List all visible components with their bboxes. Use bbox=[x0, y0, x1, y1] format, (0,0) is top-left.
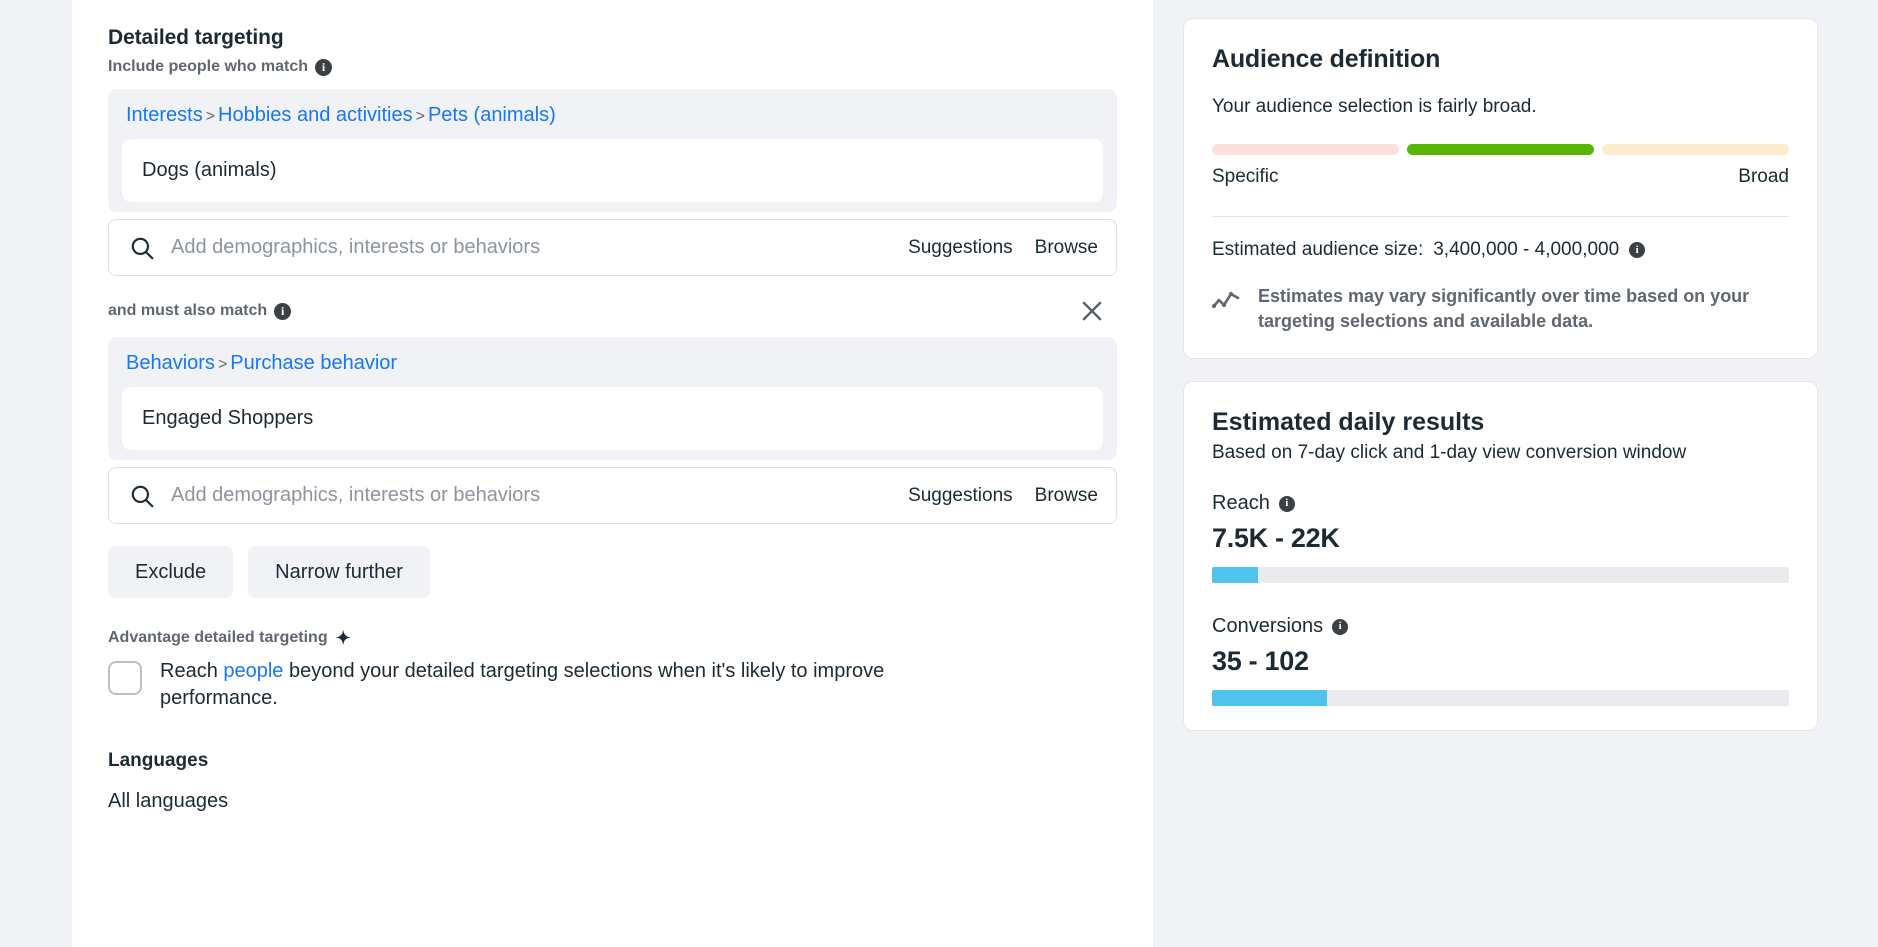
search-input-1[interactable] bbox=[169, 235, 909, 260]
breadcrumb: Interests > Hobbies and activities > Pets (a… bbox=[126, 103, 1103, 127]
gauge-segment-active bbox=[1407, 144, 1594, 155]
estimated-daily-results-card: Estimated daily results Based on 7-day c… bbox=[1183, 380, 1818, 732]
advantage-checkbox-row[interactable]: Reach people beyond your detailed target… bbox=[108, 658, 1117, 712]
breadcrumb-item-interests[interactable]: Interests bbox=[126, 104, 203, 126]
conversions-bar-fill bbox=[1212, 690, 1328, 707]
gauge-segment-specific bbox=[1212, 144, 1399, 155]
browse-button-2[interactable]: Browse bbox=[1035, 485, 1098, 507]
estimated-audience-size-label: Estimated audience size: bbox=[1212, 239, 1424, 260]
exclude-button[interactable]: Exclude bbox=[108, 546, 234, 598]
reach-bar bbox=[1212, 567, 1789, 584]
selected-interest-label: Dogs (animals) bbox=[142, 159, 277, 181]
targeting-search-row-1[interactable]: Suggestions Browse bbox=[108, 219, 1117, 276]
close-icon[interactable] bbox=[1079, 298, 1105, 324]
advantage-title-text: Advantage detailed targeting bbox=[108, 629, 328, 646]
metric-reach: Reach i 7.5K - 22K bbox=[1212, 492, 1789, 584]
metric-conversions: Conversions i 35 - 102 bbox=[1212, 615, 1789, 707]
and-must-also-match-text: and must also match bbox=[108, 302, 268, 319]
estimates-note-text: Estimates may vary significantly over ti… bbox=[1258, 286, 1750, 331]
advantage-text-before: Reach bbox=[160, 660, 224, 682]
search-icon bbox=[131, 237, 154, 259]
breadcrumb-item-pets[interactable]: Pets (animals) bbox=[428, 104, 556, 126]
breadcrumb: Behaviors > Purchase behavior bbox=[126, 351, 1103, 375]
reach-value: 7.5K - 22K bbox=[1212, 523, 1340, 554]
languages-value[interactable]: All languages bbox=[108, 790, 1117, 813]
info-icon[interactable]: i bbox=[274, 302, 292, 320]
and-must-also-match-row: and must also match i bbox=[108, 298, 1117, 324]
estimates-sidebar: Audience definition Your audience select… bbox=[1183, 18, 1818, 753]
browse-button-1[interactable]: Browse bbox=[1035, 237, 1098, 259]
breadcrumb-separator: > bbox=[217, 356, 228, 373]
breadcrumb-separator: > bbox=[205, 108, 216, 125]
and-must-also-match-label: and must also match i bbox=[108, 302, 292, 320]
audience-definition-title: Audience definition bbox=[1212, 45, 1441, 73]
targeting-group-narrow: Behaviors > Purchase behavior Engaged Shop… bbox=[108, 337, 1117, 460]
search-icon bbox=[131, 485, 154, 507]
reach-label: Reach bbox=[1212, 492, 1270, 515]
gauge-segment-broad bbox=[1602, 144, 1789, 155]
conversions-bar bbox=[1212, 690, 1789, 707]
estimated-daily-results-title: Estimated daily results bbox=[1212, 407, 1485, 436]
conversions-label: Conversions bbox=[1212, 615, 1324, 638]
sparkle-icon: ✦ bbox=[335, 628, 351, 648]
suggestions-button-2[interactable]: Suggestions bbox=[908, 485, 1013, 507]
targeting-search-row-2[interactable]: Suggestions Browse bbox=[108, 467, 1117, 524]
include-people-text: Include people who match bbox=[108, 58, 309, 75]
breadcrumb-item-behaviors[interactable]: Behaviors bbox=[126, 352, 215, 374]
include-people-label: Include people who match i bbox=[108, 58, 1117, 76]
conversions-value: 35 - 102 bbox=[1212, 646, 1309, 677]
selected-interest-chip[interactable]: Dogs (animals) bbox=[122, 139, 1103, 202]
search-actions-1: Suggestions Browse bbox=[908, 237, 1098, 259]
gauge-label-broad: Broad bbox=[1738, 166, 1789, 187]
selected-behavior-label: Engaged Shoppers bbox=[142, 407, 314, 429]
search-actions-2: Suggestions Browse bbox=[908, 485, 1098, 507]
metric-spacer bbox=[1212, 583, 1789, 615]
audience-definition-card: Audience definition Your audience select… bbox=[1183, 18, 1818, 359]
trend-line-icon bbox=[1212, 291, 1240, 309]
info-icon[interactable]: i bbox=[315, 58, 333, 76]
estimates-note: Estimates may vary significantly over ti… bbox=[1212, 284, 1789, 334]
targeting-group-include: Interests > Hobbies and activities > Pets (a… bbox=[108, 89, 1117, 212]
suggestions-button-1[interactable]: Suggestions bbox=[908, 237, 1013, 259]
advantage-checkbox[interactable] bbox=[108, 661, 142, 695]
reach-bar-fill bbox=[1212, 567, 1259, 584]
people-link[interactable]: people bbox=[223, 660, 283, 682]
selected-behavior-chip[interactable]: Engaged Shoppers bbox=[122, 387, 1103, 450]
info-icon[interactable]: i bbox=[1629, 242, 1646, 258]
audience-gauge-labels: Specific Broad bbox=[1212, 166, 1789, 188]
info-icon[interactable]: i bbox=[1278, 495, 1295, 512]
detailed-targeting-panel: Detailed targeting Include people who ma… bbox=[72, 0, 1153, 947]
estimated-daily-results-subtitle: Based on 7-day click and 1-day view conv… bbox=[1212, 441, 1687, 463]
breadcrumb-item-purchase-behavior[interactable]: Purchase behavior bbox=[230, 352, 397, 374]
search-input-2[interactable] bbox=[169, 483, 909, 508]
info-icon[interactable]: i bbox=[1332, 618, 1349, 635]
estimated-audience-size-value: 3,400,000 - 4,000,000 bbox=[1433, 239, 1620, 260]
card-divider bbox=[1212, 216, 1789, 217]
breadcrumb-item-hobbies[interactable]: Hobbies and activities bbox=[218, 104, 413, 126]
reach-label-row: Reach i bbox=[1212, 492, 1789, 515]
audience-gauge bbox=[1212, 144, 1789, 155]
page-title: Detailed targeting bbox=[108, 26, 284, 49]
gauge-label-specific: Specific bbox=[1212, 166, 1279, 187]
narrow-further-button[interactable]: Narrow further bbox=[248, 546, 430, 598]
targeting-action-buttons: Exclude Narrow further bbox=[108, 546, 1117, 598]
breadcrumb-separator: > bbox=[415, 108, 425, 125]
estimated-audience-size-row: Estimated audience size: 3,400,000 - 4,0… bbox=[1212, 239, 1789, 261]
conversions-label-row: Conversions i bbox=[1212, 615, 1789, 638]
languages-title: Languages bbox=[108, 750, 209, 771]
ads-targeting-screen: Detailed targeting Include people who ma… bbox=[0, 0, 1878, 947]
audience-definition-description: Your audience selection is fairly broad. bbox=[1212, 96, 1537, 117]
advantage-detailed-targeting-label: Advantage detailed targeting ✦ bbox=[108, 629, 1117, 647]
advantage-description: Reach people beyond your detailed target… bbox=[160, 658, 960, 712]
